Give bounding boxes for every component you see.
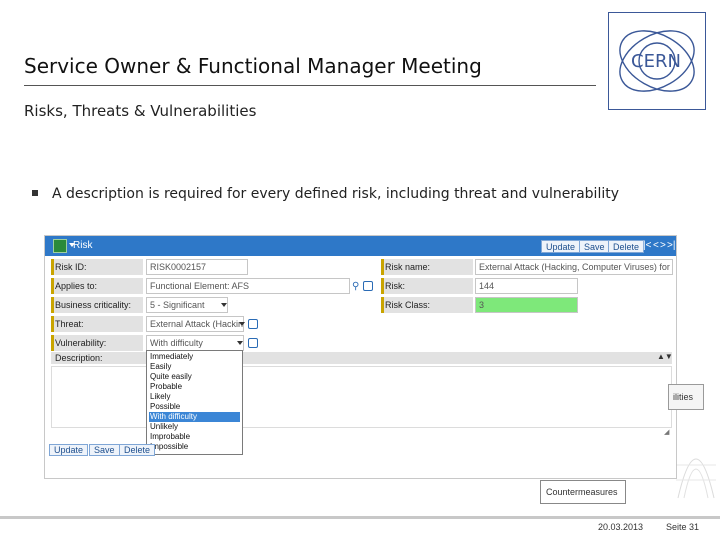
cern-logo: CERN bbox=[608, 12, 706, 110]
footer-date: 20.03.2013 bbox=[598, 522, 644, 532]
risk-id-field[interactable]: RISK0002157 bbox=[146, 259, 248, 275]
resize-handle-icon[interactable]: ◢ bbox=[664, 428, 669, 436]
required-marker bbox=[51, 316, 54, 332]
applies-to-label: Applies to: bbox=[51, 278, 143, 294]
dropdown-option[interactable]: Impossible bbox=[149, 442, 240, 452]
vulnerability-label: Vulnerability: bbox=[51, 335, 143, 351]
bullet-marker bbox=[32, 190, 38, 196]
footer-page-number: Seite 31 bbox=[666, 522, 700, 532]
next-record-icon[interactable]: > bbox=[660, 240, 666, 251]
required-marker bbox=[51, 278, 54, 294]
vulnerability-value: With difficulty bbox=[150, 338, 203, 348]
dropdown-option[interactable]: Quite easily bbox=[149, 372, 240, 382]
form-menu-icon[interactable] bbox=[53, 239, 67, 253]
required-marker bbox=[51, 297, 54, 313]
building-illustration bbox=[676, 410, 716, 500]
cern-logo-text: CERN bbox=[631, 51, 681, 72]
form-title: Risk bbox=[73, 240, 93, 251]
countermeasures-box: Countermeasures bbox=[540, 480, 626, 504]
slide-subtitle: Risks, Threats & Vulnerabilities bbox=[24, 102, 257, 120]
required-marker bbox=[51, 259, 54, 275]
first-record-icon[interactable]: |< bbox=[643, 240, 651, 251]
chevron-down-icon[interactable] bbox=[239, 322, 245, 326]
risk-field[interactable]: 144 bbox=[475, 278, 578, 294]
dropdown-option[interactable]: Improbable bbox=[149, 432, 240, 442]
bottom-delete-button[interactable]: Delete bbox=[119, 444, 156, 456]
vulnerability-dropdown-list: Immediately Easily Quite easily Probable… bbox=[146, 350, 243, 455]
dropdown-option[interactable]: Easily bbox=[149, 362, 240, 372]
risk-class-field[interactable]: 3 bbox=[475, 297, 578, 313]
required-marker bbox=[381, 278, 384, 294]
description-textarea[interactable] bbox=[51, 366, 672, 428]
business-criticality-label: Business criticality: bbox=[51, 297, 143, 313]
business-criticality-value: 5 - Significant bbox=[150, 300, 205, 310]
open-record-icon[interactable] bbox=[248, 319, 258, 329]
dropdown-option[interactable]: Likely bbox=[149, 392, 240, 402]
dropdown-option-selected[interactable]: With difficulty bbox=[149, 412, 240, 422]
threat-value: External Attack (Hackin bbox=[150, 319, 244, 329]
expand-icon[interactable]: ▲▼ bbox=[657, 352, 673, 361]
save-button[interactable]: Save bbox=[579, 240, 610, 253]
title-divider bbox=[24, 85, 596, 86]
required-marker bbox=[51, 335, 54, 351]
diagram-box-partial: ilities bbox=[668, 384, 704, 410]
dropdown-option[interactable]: Immediately bbox=[149, 352, 240, 362]
search-icon[interactable]: ⚲ bbox=[352, 281, 359, 292]
required-marker bbox=[381, 297, 384, 313]
last-record-icon[interactable]: >| bbox=[667, 240, 675, 251]
threat-label: Threat: bbox=[51, 316, 143, 332]
form-toolbar: Risk Update Save Delete |< < > >| bbox=[45, 236, 676, 256]
chevron-down-icon[interactable] bbox=[237, 341, 243, 345]
dropdown-option[interactable]: Unlikely bbox=[149, 422, 240, 432]
risk-class-label: Risk Class: bbox=[381, 297, 473, 313]
description-label: Description: bbox=[55, 353, 103, 363]
threat-select[interactable]: External Attack (Hackin bbox=[146, 316, 244, 332]
business-criticality-select[interactable]: 5 - Significant bbox=[146, 297, 228, 313]
description-bar bbox=[51, 352, 672, 364]
applies-to-field[interactable]: Functional Element: AFS bbox=[146, 278, 350, 294]
risk-name-label: Risk name: bbox=[381, 259, 473, 275]
risk-label: Risk: bbox=[381, 278, 473, 294]
delete-button[interactable]: Delete bbox=[608, 240, 645, 253]
open-record-icon[interactable] bbox=[248, 338, 258, 348]
bottom-save-button[interactable]: Save bbox=[89, 444, 120, 456]
open-record-icon[interactable] bbox=[363, 281, 373, 291]
slide-title: Service Owner & Functional Manager Meeti… bbox=[24, 54, 482, 78]
chevron-down-icon[interactable] bbox=[221, 303, 227, 307]
risk-name-field[interactable]: External Attack (Hacking, Computer Virus… bbox=[475, 259, 673, 275]
risk-id-label: Risk ID: bbox=[51, 259, 143, 275]
bullet-text: A description is required for every defi… bbox=[52, 186, 619, 202]
dropdown-option[interactable]: Probable bbox=[149, 382, 240, 392]
required-marker bbox=[381, 259, 384, 275]
vulnerability-select[interactable]: With difficulty bbox=[146, 335, 244, 351]
update-button[interactable]: Update bbox=[541, 240, 581, 253]
risk-form-window: Risk Update Save Delete |< < > >| Risk I… bbox=[44, 235, 677, 479]
dropdown-option[interactable]: Possible bbox=[149, 402, 240, 412]
prev-record-icon[interactable]: < bbox=[653, 240, 659, 251]
bottom-update-button[interactable]: Update bbox=[49, 444, 89, 456]
footer-divider bbox=[0, 516, 720, 519]
cern-logo-icon: CERN bbox=[619, 30, 695, 92]
